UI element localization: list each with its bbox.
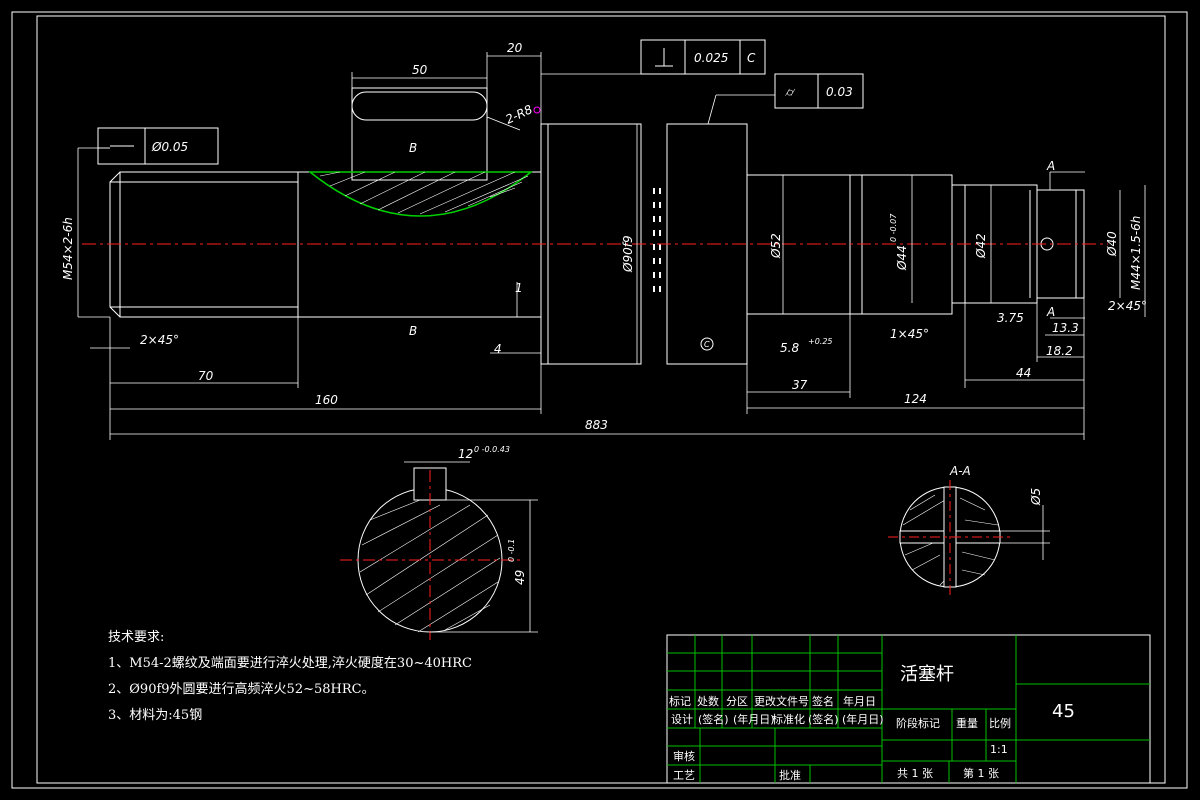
dim-thread-left: M54×2-6h xyxy=(61,217,75,280)
section-mark-a-bottom: A xyxy=(1046,305,1055,319)
material: 45 xyxy=(1052,701,1075,722)
key-width-tol: 0 -0.0.43 xyxy=(474,445,510,454)
r-date2: (年月日) xyxy=(842,712,884,726)
dim-5-8-tol: +0.25 xyxy=(808,337,833,346)
datum-c-symbol: C xyxy=(704,340,710,349)
dim-chamfer-right: 2×45° xyxy=(1108,299,1147,313)
groove-hatch xyxy=(307,171,534,217)
drawing-sheet: 0.025 C ⌭ 0.03 Ø0.05 50 20 2-R8 70 160 8… xyxy=(11,11,1188,789)
perp-tol: 0.025 xyxy=(694,51,728,65)
shaft-main-view xyxy=(109,87,1085,365)
approve: 批准 xyxy=(779,768,801,782)
sheet-total: 共 1 张 xyxy=(897,767,933,780)
dim-124: 124 xyxy=(904,392,927,406)
flat-tol: Ø0.05 xyxy=(151,140,188,154)
key-depth: 49 xyxy=(513,570,527,585)
tolerance-frame-runout: ⌭ 0.03 xyxy=(774,73,864,109)
stage-mark: 阶段标记 xyxy=(896,716,940,730)
section-mark-b-bottom: B xyxy=(409,324,417,338)
h-sign: 签名 xyxy=(812,694,834,708)
dim-thread-right: M44×1.5-6h xyxy=(1129,216,1143,290)
dim-18-2: 18.2 xyxy=(1046,344,1073,358)
tolerance-frame-perp: 0.025 C xyxy=(640,39,766,75)
r-sign2: (签名) xyxy=(808,712,839,726)
scale-header: 比例 xyxy=(989,716,1011,730)
dim-13-3: 13.3 xyxy=(1052,321,1079,335)
section-mark-a-top: A xyxy=(1046,159,1055,173)
runout-tol: 0.03 xyxy=(826,85,853,99)
magenta-marker xyxy=(533,106,541,114)
note-3: 3、材料为:45钢 xyxy=(108,708,202,723)
key-depth-tol: 0 -0.1 xyxy=(507,539,516,562)
process: 工艺 xyxy=(673,769,695,782)
dim-5-8: 5.8 xyxy=(780,341,799,355)
dim-4: 4 xyxy=(494,342,502,356)
dim-dia52: Ø52 xyxy=(769,233,783,259)
dim-1: 1 xyxy=(515,281,523,295)
section-a-label: A-A xyxy=(949,464,971,478)
sheet-number: 第 1 张 xyxy=(963,766,999,780)
dim-44: 44 xyxy=(1016,366,1031,380)
dim-883: 883 xyxy=(585,418,608,432)
part-name: 活塞杆 xyxy=(900,664,954,685)
dim-37: 37 xyxy=(792,378,808,392)
r-design: 设计 xyxy=(671,713,693,726)
dim-chamfer-mid: 1×45° xyxy=(890,327,929,341)
section-a-view: A-A Ø5 xyxy=(888,464,1050,595)
h-doc: 更改文件号 xyxy=(754,694,809,708)
tolerance-frame-flat: Ø0.05 xyxy=(97,127,219,165)
dim-dia90: Ø90f9 xyxy=(621,235,635,273)
hole-dia: Ø5 xyxy=(1029,488,1043,506)
dim-dia40: Ø40 xyxy=(1105,231,1119,257)
r-sign: (签名) xyxy=(698,712,729,726)
key-width: 12 xyxy=(458,447,473,461)
dim-dia44-tol: 0 -0.07 xyxy=(889,213,898,242)
note-1: 1、M54-2螺纹及端面要进行淬火处理,淬火硬度在30~40HRC xyxy=(108,655,472,671)
r-std: 标准化 xyxy=(772,712,805,726)
note-2: 2、Ø90f9外圆要进行高频淬火52~58HRC。 xyxy=(108,681,375,697)
h-date: 年月日 xyxy=(843,694,876,708)
notes-title: 技术要求: xyxy=(108,630,164,645)
dim-3-75: 3.75 xyxy=(997,311,1024,325)
dim-chamfer-left: 2×45° xyxy=(140,333,179,347)
dim-160: 160 xyxy=(315,393,338,407)
r-date: (年月日) xyxy=(733,712,775,726)
keyway-raised xyxy=(351,87,488,181)
dim-50: 50 xyxy=(412,63,428,77)
section-b-view: 12 0 -0.0.43 49 0 -0.1 xyxy=(340,445,538,640)
weight: 重量 xyxy=(956,716,978,730)
dim-20: 20 xyxy=(507,41,523,55)
dim-r8: 2-R8 xyxy=(503,102,535,127)
title-block: 活塞杆 45 标记 处数 分区 更改文件号 签名 年月日 设计 (签名) (年月… xyxy=(666,634,1151,784)
dimension-text: 50 20 2-R8 70 160 883 2×45° 4 1 37 124 5… xyxy=(61,41,1147,432)
datum-c: C xyxy=(747,51,756,65)
section-mark-b-top: B xyxy=(409,141,417,155)
scale-value: 1:1 xyxy=(990,743,1008,756)
dim-dia42: Ø42 xyxy=(974,233,988,259)
technical-notes: 技术要求: 1、M54-2螺纹及端面要进行淬火处理,淬火硬度在30~40HRC … xyxy=(108,630,472,723)
dim-70: 70 xyxy=(198,369,214,383)
h-count: 处数 xyxy=(697,695,719,708)
runout-symbol-icon: ⌭ xyxy=(785,85,796,99)
h-mark: 标记 xyxy=(669,694,691,708)
h-zone: 分区 xyxy=(726,695,748,708)
dim-dia44: Ø44 xyxy=(895,245,909,271)
leaders xyxy=(98,73,775,149)
review: 审核 xyxy=(673,749,695,763)
